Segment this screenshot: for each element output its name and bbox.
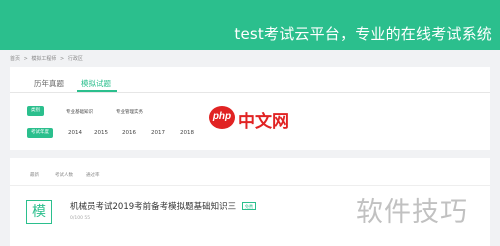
free-badge: 免费 bbox=[242, 202, 256, 210]
site-slogan: test考试云平台，专业的在线考试系统 bbox=[234, 25, 492, 43]
breadcrumb-category[interactable]: 模拟工程师 bbox=[31, 56, 56, 62]
corner-watermark: 软件技巧 bbox=[356, 197, 468, 228]
sort-latest[interactable]: 最新 bbox=[30, 172, 39, 178]
year-option-2014[interactable]: 2014 bbox=[68, 130, 82, 136]
sort-participants[interactable]: 考试人数 bbox=[55, 172, 73, 178]
year-option-2018[interactable]: 2018 bbox=[180, 130, 194, 136]
tabs-divider bbox=[10, 92, 490, 93]
php-watermark: php 中文网 bbox=[209, 106, 307, 132]
category-filter-label: 类别 bbox=[27, 106, 44, 116]
breadcrumb: 首页 > 模拟工程师 > 行政区 bbox=[10, 55, 85, 62]
tab-mock-exams[interactable]: 模拟试题 bbox=[81, 78, 111, 89]
exam-meta: 0/100 55 bbox=[70, 216, 91, 221]
year-option-2015[interactable]: 2015 bbox=[94, 130, 108, 136]
php-watermark-text: 中文网 bbox=[238, 112, 289, 132]
year-option-2017[interactable]: 2017 bbox=[151, 130, 165, 136]
breadcrumb-home[interactable]: 首页 bbox=[10, 56, 20, 62]
year-option-2016[interactable]: 2016 bbox=[122, 130, 136, 136]
sort-pass-rate[interactable]: 通过率 bbox=[86, 172, 100, 178]
filter-option-management-practice[interactable]: 专业管理实务 bbox=[116, 109, 143, 115]
year-filter-label: 考试年度 bbox=[27, 128, 53, 138]
filter-option-basic-knowledge[interactable]: 专业基础知识 bbox=[66, 109, 93, 115]
php-logo-icon: php bbox=[209, 106, 235, 129]
breadcrumb-separator: > bbox=[60, 56, 65, 62]
exam-type-icon: 模 bbox=[26, 200, 52, 224]
breadcrumb-current: 行政区 bbox=[67, 56, 83, 62]
sort-divider bbox=[10, 185, 490, 186]
tab-past-exams[interactable]: 历年真题 bbox=[34, 78, 64, 89]
exam-title-link[interactable]: 机械员考试2019考前备考模拟题基础知识三 bbox=[70, 200, 236, 212]
breadcrumb-separator: > bbox=[23, 56, 28, 62]
header-banner: test考试云平台，专业的在线考试系统 bbox=[0, 0, 500, 50]
